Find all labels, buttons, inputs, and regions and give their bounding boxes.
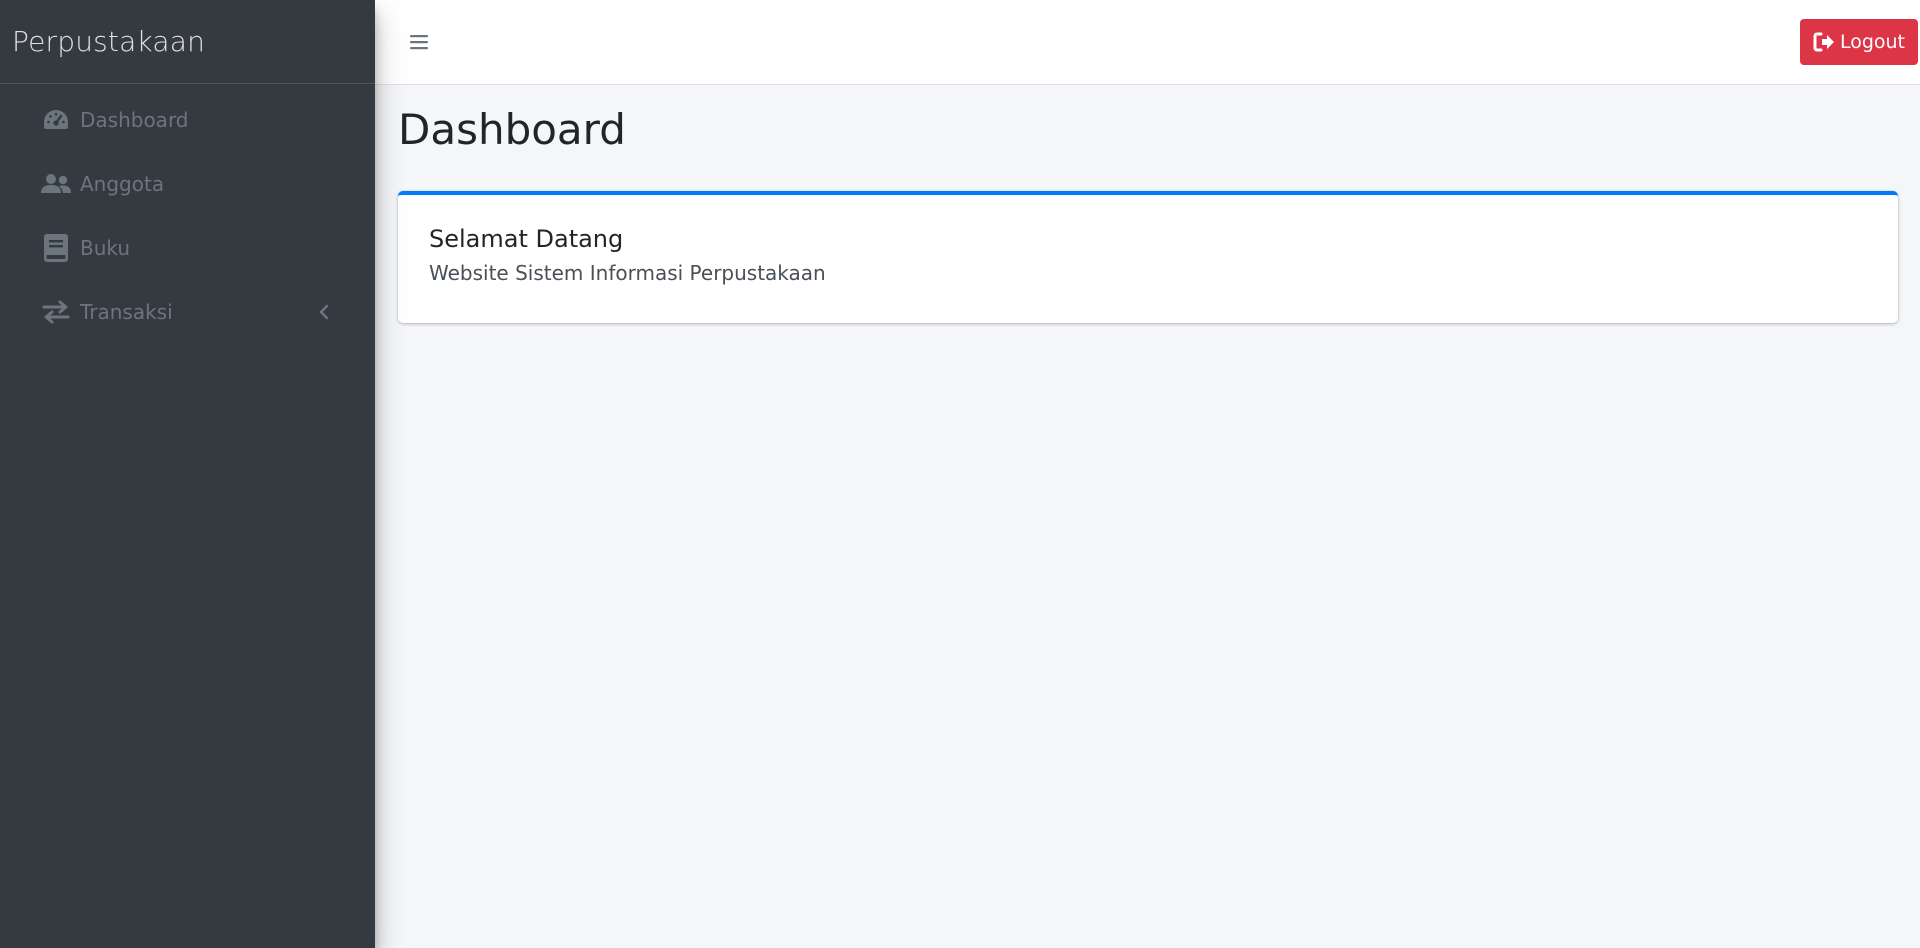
sidebar-item-buku[interactable]: Buku xyxy=(10,220,365,276)
card-title: Selamat Datang xyxy=(429,225,624,254)
sidebar-item-label: Dashboard xyxy=(80,108,189,132)
sign-out-icon xyxy=(1813,32,1835,52)
chevron-left-icon xyxy=(317,302,331,322)
sidebar-item-label: Anggota xyxy=(80,172,165,196)
tachometer-icon xyxy=(40,104,72,136)
card-text: Website Sistem Informasi Perpustakaan xyxy=(429,261,826,286)
hamburger-icon[interactable] xyxy=(407,30,431,54)
users-icon xyxy=(40,168,72,200)
welcome-card: Selamat Datang Website Sistem Informasi … xyxy=(398,191,1898,324)
exchange-icon xyxy=(40,296,72,328)
brand-link[interactable]: Perpustakaan xyxy=(0,0,375,84)
brand-text: Perpustakaan xyxy=(12,25,206,58)
sidebar-item-dashboard[interactable]: Dashboard xyxy=(10,92,365,148)
content-wrapper: Dashboard Selamat Datang Website Sistem … xyxy=(375,85,1920,948)
logout-button[interactable]: Logout xyxy=(1799,19,1918,65)
sidebar-item-transaksi[interactable]: Transaksi xyxy=(10,284,365,340)
top-navbar: Logout xyxy=(375,0,1920,85)
sidebar-item-label: Transaksi xyxy=(80,300,173,324)
sidebar: Perpustakaan Dashboard Anggota Buku Tran… xyxy=(0,0,375,948)
sidebar-item-anggota[interactable]: Anggota xyxy=(10,156,365,212)
logout-label: Logout xyxy=(1839,31,1905,53)
sidebar-nav: Dashboard Anggota Buku Transaksi xyxy=(0,84,375,340)
sidebar-item-label: Buku xyxy=(80,236,131,260)
book-icon xyxy=(40,232,72,264)
page-title: Dashboard xyxy=(398,105,626,154)
